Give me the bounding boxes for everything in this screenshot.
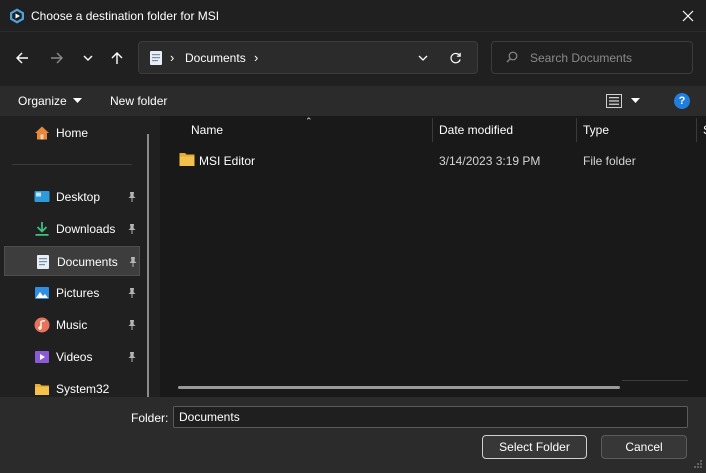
caret-down-icon <box>631 98 640 103</box>
sidebar-item-music[interactable]: Music <box>4 310 140 340</box>
folder-label: Folder: <box>131 411 169 425</box>
navigation-pane: Home Desktop Downloads Documents Picture… <box>0 116 158 397</box>
up-button[interactable] <box>103 44 131 72</box>
sidebar-item-documents[interactable]: Documents <box>4 246 140 276</box>
pin-icon <box>128 320 136 330</box>
close-button[interactable] <box>672 3 704 29</box>
horizontal-scrollbar[interactable] <box>178 386 620 389</box>
sidebar-divider <box>12 164 132 165</box>
sidebar-scrollbar[interactable] <box>147 134 149 397</box>
refresh-button[interactable] <box>445 48 465 68</box>
new-folder-label: New folder <box>110 94 168 108</box>
new-folder-button[interactable]: New folder <box>104 90 173 112</box>
pin-icon <box>128 224 136 234</box>
sidebar-item-label: Desktop <box>56 190 101 204</box>
details-view-icon <box>606 94 622 108</box>
sidebar-item-label: Home <box>56 126 89 140</box>
pin-icon <box>128 288 136 298</box>
chevron-down-icon <box>83 55 93 61</box>
download-icon <box>35 222 49 236</box>
column-header-name[interactable]: Name <box>191 116 223 144</box>
pin-icon <box>129 257 137 267</box>
sidebar-item-label: Videos <box>56 350 93 364</box>
title-bar: Choose a destination folder for MSI <box>0 0 706 32</box>
file-list: ⌃ Name Date modified Type S MSI Editor 3… <box>160 116 706 397</box>
column-divider[interactable] <box>696 118 697 142</box>
view-options-button[interactable] <box>606 91 640 111</box>
pin-icon <box>128 192 136 202</box>
search-icon <box>506 51 518 63</box>
file-name: MSI Editor <box>199 154 256 168</box>
organize-label: Organize <box>18 94 67 108</box>
pin-icon <box>128 352 136 362</box>
search-box[interactable] <box>491 41 693 74</box>
help-button[interactable]: ? <box>674 93 690 109</box>
command-bar: Organize New folder ? <box>0 86 706 116</box>
breadcrumb-separator[interactable]: › <box>254 50 258 65</box>
sidebar-item-label: Music <box>56 318 88 332</box>
folder-icon <box>179 153 195 166</box>
document-icon <box>37 255 49 269</box>
sidebar-item-videos[interactable]: Videos <box>4 342 140 372</box>
select-folder-button[interactable]: Select Folder <box>482 435 587 459</box>
home-icon <box>35 126 49 140</box>
file-type: File folder <box>583 154 636 168</box>
sidebar-item-label: Pictures <box>56 286 100 300</box>
sidebar-item-home[interactable]: Home <box>4 118 140 148</box>
document-icon <box>150 51 162 65</box>
file-row[interactable]: MSI Editor 3/14/2023 3:19 PM File folder <box>172 148 692 172</box>
arrow-right-icon <box>51 52 63 64</box>
forward-button[interactable] <box>43 44 71 72</box>
folder-field[interactable] <box>173 406 688 428</box>
refresh-icon <box>449 52 461 63</box>
cancel-button[interactable]: Cancel <box>601 435 687 459</box>
search-input[interactable] <box>530 50 680 66</box>
sidebar-item-system32[interactable]: System32 <box>4 374 140 397</box>
desktop-icon <box>34 191 50 202</box>
column-divider[interactable] <box>432 118 433 142</box>
window-title: Choose a destination folder for MSI <box>31 9 220 23</box>
sidebar-item-pictures[interactable]: Pictures <box>4 278 140 308</box>
organize-button[interactable]: Organize <box>12 90 88 112</box>
address-history-button[interactable] <box>413 48 433 68</box>
file-date-modified: 3/14/2023 3:19 PM <box>439 154 541 168</box>
column-header-type[interactable]: Type <box>583 116 609 144</box>
breadcrumb-separator[interactable]: › <box>170 50 174 65</box>
close-icon <box>682 10 694 22</box>
sidebar-item-label: Downloads <box>56 222 116 236</box>
pictures-icon <box>35 287 49 299</box>
sort-ascending-icon: ⌃ <box>305 116 313 126</box>
sidebar-item-desktop[interactable]: Desktop <box>4 182 140 212</box>
chevron-down-icon <box>418 55 428 61</box>
sidebar-item-label: Documents <box>57 255 118 269</box>
column-header-date-modified[interactable]: Date modified <box>439 116 513 144</box>
scrollbar-track <box>622 380 688 381</box>
dialog-footer: Folder: Select Folder Cancel <box>0 397 706 473</box>
music-icon <box>34 317 50 333</box>
address-bar[interactable]: › Documents › <box>138 41 478 74</box>
recent-locations-button[interactable] <box>74 44 102 72</box>
folder-icon <box>35 384 49 395</box>
resize-grip-icon[interactable] <box>693 459 703 469</box>
back-button[interactable] <box>8 44 36 72</box>
sidebar-item-label: System32 <box>56 382 110 396</box>
arrow-up-icon <box>111 52 123 64</box>
breadcrumb-documents[interactable]: Documents <box>185 51 246 65</box>
videos-icon <box>35 351 49 363</box>
caret-down-icon <box>72 98 82 103</box>
msi-app-icon <box>10 8 24 24</box>
arrow-left-icon <box>16 52 28 64</box>
column-divider[interactable] <box>576 118 577 142</box>
sidebar-item-downloads[interactable]: Downloads <box>4 214 140 244</box>
